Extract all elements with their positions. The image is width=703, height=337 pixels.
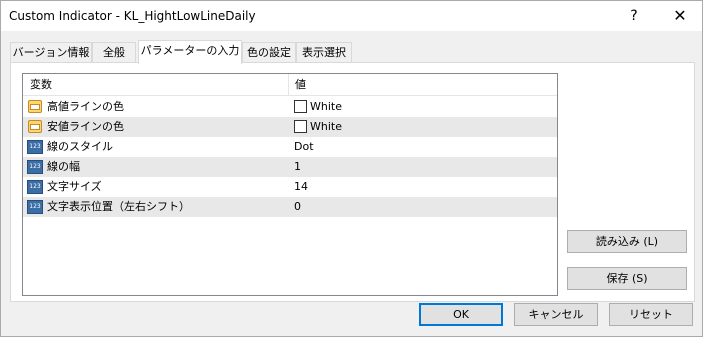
reset-button[interactable]: リセット <box>609 303 693 326</box>
numeric-param-icon: 123 <box>27 180 43 194</box>
tab-parameters[interactable]: パラメーターの入力 <box>138 40 242 64</box>
param-row[interactable]: 123 文字表示位置（左右シフト） 0 <box>23 197 557 217</box>
help-button[interactable]: ? <box>616 3 652 29</box>
param-name: 文字サイズ <box>47 180 102 193</box>
tab-visualization[interactable]: 表示選択 <box>296 42 352 63</box>
column-header-variable[interactable]: 変数 <box>23 74 289 96</box>
param-value-cell[interactable]: Dot <box>294 137 554 157</box>
param-value: 1 <box>294 160 301 173</box>
param-name-cell: 123 文字サイズ <box>27 177 287 197</box>
param-value-cell[interactable]: 0 <box>294 197 554 217</box>
param-name-cell: 安値ラインの色 <box>27 117 287 137</box>
save-button[interactable]: 保存 (S) <box>567 267 687 290</box>
param-name: 線のスタイル <box>47 140 113 153</box>
list-header: 変数 値 <box>23 74 557 96</box>
param-row[interactable]: 123 線のスタイル Dot <box>23 137 557 157</box>
numeric-param-icon: 123 <box>27 160 43 174</box>
param-value: 0 <box>294 200 301 213</box>
param-row[interactable]: 123 文字サイズ 14 <box>23 177 557 197</box>
param-value: White <box>310 100 342 113</box>
param-value-cell[interactable]: White <box>294 117 554 137</box>
param-name: 安値ラインの色 <box>47 120 124 133</box>
color-param-icon <box>27 119 43 134</box>
param-row[interactable]: 123 線の幅 1 <box>23 157 557 177</box>
param-value-cell[interactable]: White <box>294 97 554 117</box>
param-value: 14 <box>294 180 308 193</box>
param-value-cell[interactable]: 14 <box>294 177 554 197</box>
param-row[interactable]: 高値ラインの色 White <box>23 97 557 117</box>
title-bar: Custom Indicator - KL_HightLowLineDaily … <box>1 1 702 31</box>
param-row[interactable]: 安値ラインの色 White <box>23 117 557 137</box>
param-name-cell: 123 線の幅 <box>27 157 287 177</box>
param-name-cell: 123 文字表示位置（左右シフト） <box>27 197 287 217</box>
param-name: 線の幅 <box>47 160 80 173</box>
ok-button[interactable]: OK <box>419 303 503 326</box>
tab-version-info[interactable]: バージョン情報 <box>10 42 92 63</box>
color-param-icon <box>27 99 43 114</box>
column-header-value[interactable]: 値 <box>290 74 557 96</box>
param-value: Dot <box>294 140 314 153</box>
param-value: White <box>310 120 342 133</box>
param-name: 高値ラインの色 <box>47 100 124 113</box>
custom-indicator-dialog: Custom Indicator - KL_HightLowLineDaily … <box>0 0 703 337</box>
window-title: Custom Indicator - KL_HightLowLineDaily <box>9 9 256 23</box>
tab-general[interactable]: 全般 <box>92 42 136 63</box>
parameters-panel: 変数 値 高値ラインの色 White 安値ラインの色 White 123 線のス… <box>10 62 695 302</box>
param-name-cell: 123 線のスタイル <box>27 137 287 157</box>
parameters-list[interactable]: 変数 値 高値ラインの色 White 安値ラインの色 White 123 線のス… <box>22 73 558 296</box>
close-button[interactable]: ✕ <box>660 3 700 29</box>
param-name-cell: 高値ラインの色 <box>27 97 287 117</box>
tab-colors[interactable]: 色の設定 <box>242 42 296 63</box>
param-name: 文字表示位置（左右シフト） <box>47 200 190 213</box>
color-swatch-checkbox[interactable] <box>294 100 307 113</box>
color-swatch-checkbox[interactable] <box>294 120 307 133</box>
numeric-param-icon: 123 <box>27 200 43 214</box>
load-button[interactable]: 読み込み (L) <box>567 230 687 253</box>
cancel-button[interactable]: キャンセル <box>514 303 598 326</box>
numeric-param-icon: 123 <box>27 140 43 154</box>
param-value-cell[interactable]: 1 <box>294 157 554 177</box>
